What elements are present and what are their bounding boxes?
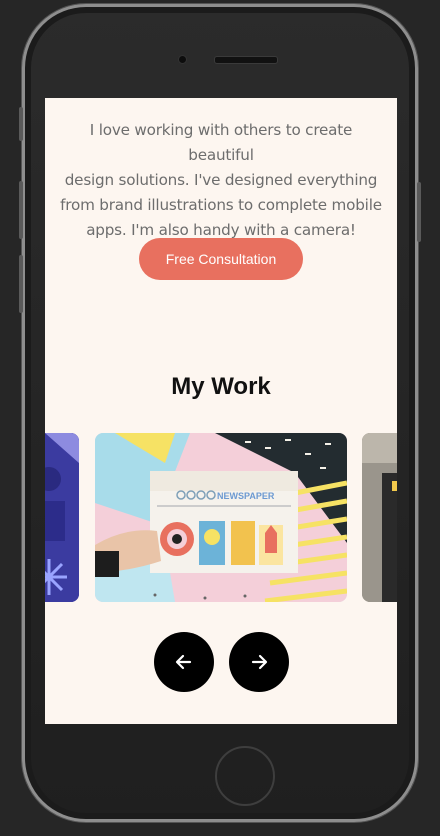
arrow-right-icon bbox=[251, 654, 268, 670]
intro-line: design solutions. I've designed everythi… bbox=[64, 171, 378, 189]
work-card-next[interactable] bbox=[362, 433, 397, 602]
side-button-volume-down bbox=[19, 255, 23, 313]
work-card-newspaper[interactable]: NEWSPAPER bbox=[95, 433, 347, 602]
work-card-previous[interactable] bbox=[45, 433, 79, 602]
work-card-newspaper-image: NEWSPAPER bbox=[95, 433, 347, 602]
intro-text: I love working with others to create bea… bbox=[59, 118, 383, 243]
side-button-volume-up bbox=[19, 181, 23, 239]
side-button-mute bbox=[19, 107, 23, 141]
carousel-prev-button[interactable] bbox=[154, 632, 214, 692]
newspaper-masthead: NEWSPAPER bbox=[217, 491, 275, 501]
carousel-next-button[interactable] bbox=[229, 632, 289, 692]
device-screen: I love working with others to create bea… bbox=[45, 98, 397, 724]
front-camera bbox=[178, 55, 187, 64]
intro-line: from brand illustrations to complete mob… bbox=[60, 196, 382, 214]
earpiece-speaker bbox=[214, 56, 278, 64]
home-button[interactable] bbox=[215, 746, 275, 806]
side-button-power bbox=[417, 182, 421, 242]
free-consultation-button[interactable]: Free Consultation bbox=[139, 238, 303, 280]
arrow-left-icon bbox=[175, 654, 192, 670]
intro-line: I love working with others to create bea… bbox=[89, 121, 353, 164]
work-card-previous-image bbox=[45, 433, 79, 602]
my-work-heading: My Work bbox=[171, 373, 271, 400]
work-card-next-image bbox=[362, 433, 397, 602]
